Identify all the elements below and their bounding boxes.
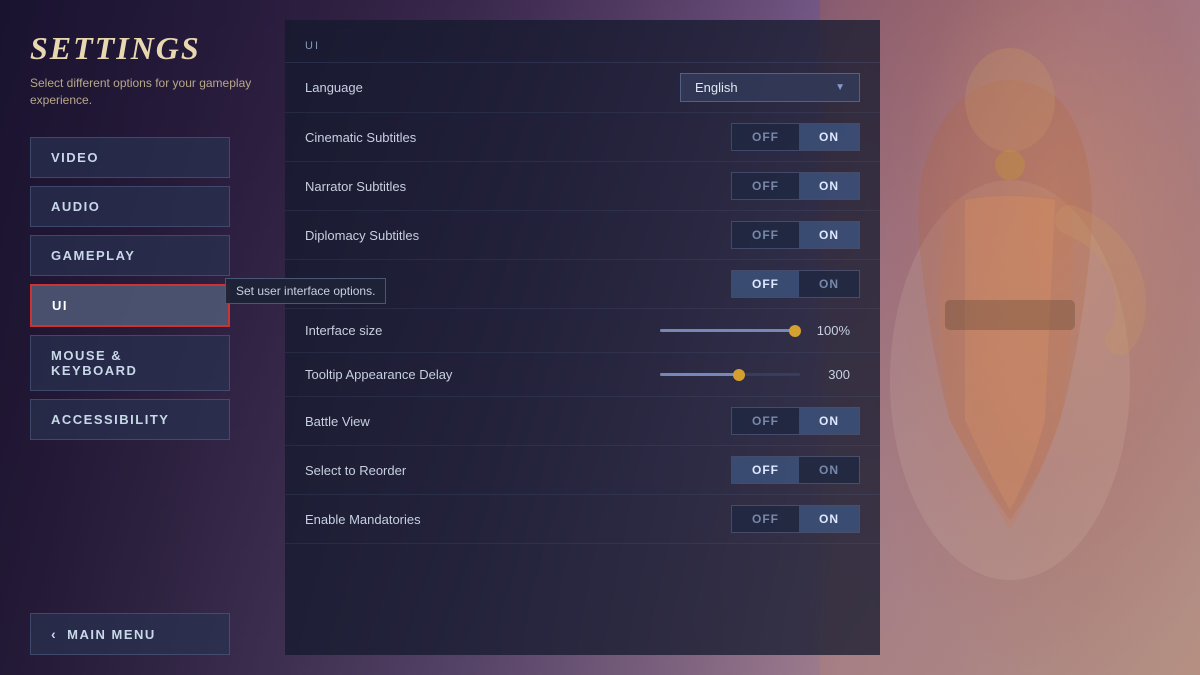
page-subtitle: Select different options for your gamepl… [30, 75, 260, 109]
interface-size-slider-track[interactable] [660, 329, 800, 332]
other-subs-off[interactable]: OFF [732, 271, 799, 297]
cinematic-subtitles-on[interactable]: ON [799, 124, 859, 150]
row-tooltip-delay: Tooltip Appearance Delay 300 [285, 353, 880, 397]
toggle-other-subs: OFF ON [731, 270, 860, 298]
diplomacy-subtitles-off[interactable]: OFF [732, 222, 799, 248]
row-interface-size: Interface size 100% [285, 309, 880, 353]
toggle-battle-view: OFF ON [731, 407, 860, 435]
tooltip-delay-slider-thumb[interactable] [733, 369, 745, 381]
label-language: Language [305, 80, 680, 95]
main-content: Settings Select different options for yo… [0, 0, 1200, 675]
row-battle-view: Battle View OFF ON [285, 397, 880, 446]
label-battle-view: Battle View [305, 414, 731, 429]
main-menu-button[interactable]: ‹ MAIN MENU [30, 613, 230, 655]
other-subs-on[interactable]: ON [799, 271, 859, 297]
interface-size-slider-thumb[interactable] [789, 325, 801, 337]
narrator-subtitles-off[interactable]: OFF [732, 173, 799, 199]
language-dropdown[interactable]: English ▼ [680, 73, 860, 102]
cinematic-subtitles-off[interactable]: OFF [732, 124, 799, 150]
tooltip-delay-value: 300 [810, 367, 850, 382]
ui-tooltip: Set user interface options. [225, 278, 386, 304]
toggle-narrator-subtitles: OFF ON [731, 172, 860, 200]
row-cinematic-subtitles: Cinematic Subtitles OFF ON [285, 113, 880, 162]
sidebar-item-accessibility[interactable]: ACCESSIBILITY [30, 399, 230, 440]
row-language: Language English ▼ [285, 63, 880, 113]
settings-panel: UI Language English ▼ Cinematic Subtitle… [285, 20, 880, 655]
sidebar-item-mouse-keyboard[interactable]: MOUSE & KEYBOARD [30, 335, 230, 391]
battle-view-on[interactable]: ON [799, 408, 859, 434]
interface-size-slider-fill [660, 329, 793, 332]
interface-size-value: 100% [810, 323, 850, 338]
toggle-cinematic-subtitles: OFF ON [731, 123, 860, 151]
toggle-enable-mandatories: OFF ON [731, 505, 860, 533]
label-interface-size: Interface size [305, 323, 660, 338]
panel-section-title: UI [285, 40, 880, 63]
control-interface-size: 100% [660, 323, 860, 338]
tooltip-delay-slider-track[interactable] [660, 373, 800, 376]
enable-mandatories-on[interactable]: ON [799, 506, 859, 532]
label-tooltip-delay: Tooltip Appearance Delay [305, 367, 660, 382]
select-reorder-off[interactable]: OFF [732, 457, 799, 483]
select-reorder-on[interactable]: ON [799, 457, 859, 483]
sidebar-item-video[interactable]: VIDEO [30, 137, 230, 178]
sidebar-item-ui[interactable]: UI [30, 284, 230, 327]
row-select-reorder: Select to Reorder OFF ON [285, 446, 880, 495]
row-enable-mandatories: Enable Mandatories OFF ON [285, 495, 880, 544]
row-narrator-subtitles: Narrator Subtitles OFF ON [285, 162, 880, 211]
page-title: Settings [30, 30, 260, 67]
label-diplomacy-subtitles: Diplomacy Subtitles [305, 228, 731, 243]
sidebar-item-audio[interactable]: AUDIO [30, 186, 230, 227]
toggle-diplomacy-subtitles: OFF ON [731, 221, 860, 249]
battle-view-off[interactable]: OFF [732, 408, 799, 434]
tooltip-delay-slider-fill [660, 373, 737, 376]
control-language: English ▼ [680, 73, 860, 102]
label-narrator-subtitles: Narrator Subtitles [305, 179, 731, 194]
diplomacy-subtitles-on[interactable]: ON [799, 222, 859, 248]
label-select-reorder: Select to Reorder [305, 463, 731, 478]
row-diplomacy-subtitles: Diplomacy Subtitles OFF ON [285, 211, 880, 260]
chevron-left-icon: ‹ [51, 626, 57, 642]
enable-mandatories-off[interactable]: OFF [732, 506, 799, 532]
sidebar: Settings Select different options for yo… [30, 30, 260, 448]
sidebar-item-gameplay[interactable]: GAMEPLAY [30, 235, 230, 276]
label-enable-mandatories: Enable Mandatories [305, 512, 731, 527]
label-cinematic-subtitles: Cinematic Subtitles [305, 130, 731, 145]
narrator-subtitles-on[interactable]: ON [799, 173, 859, 199]
toggle-select-reorder: OFF ON [731, 456, 860, 484]
control-tooltip-delay: 300 [660, 367, 860, 382]
chevron-down-icon: ▼ [835, 82, 845, 93]
